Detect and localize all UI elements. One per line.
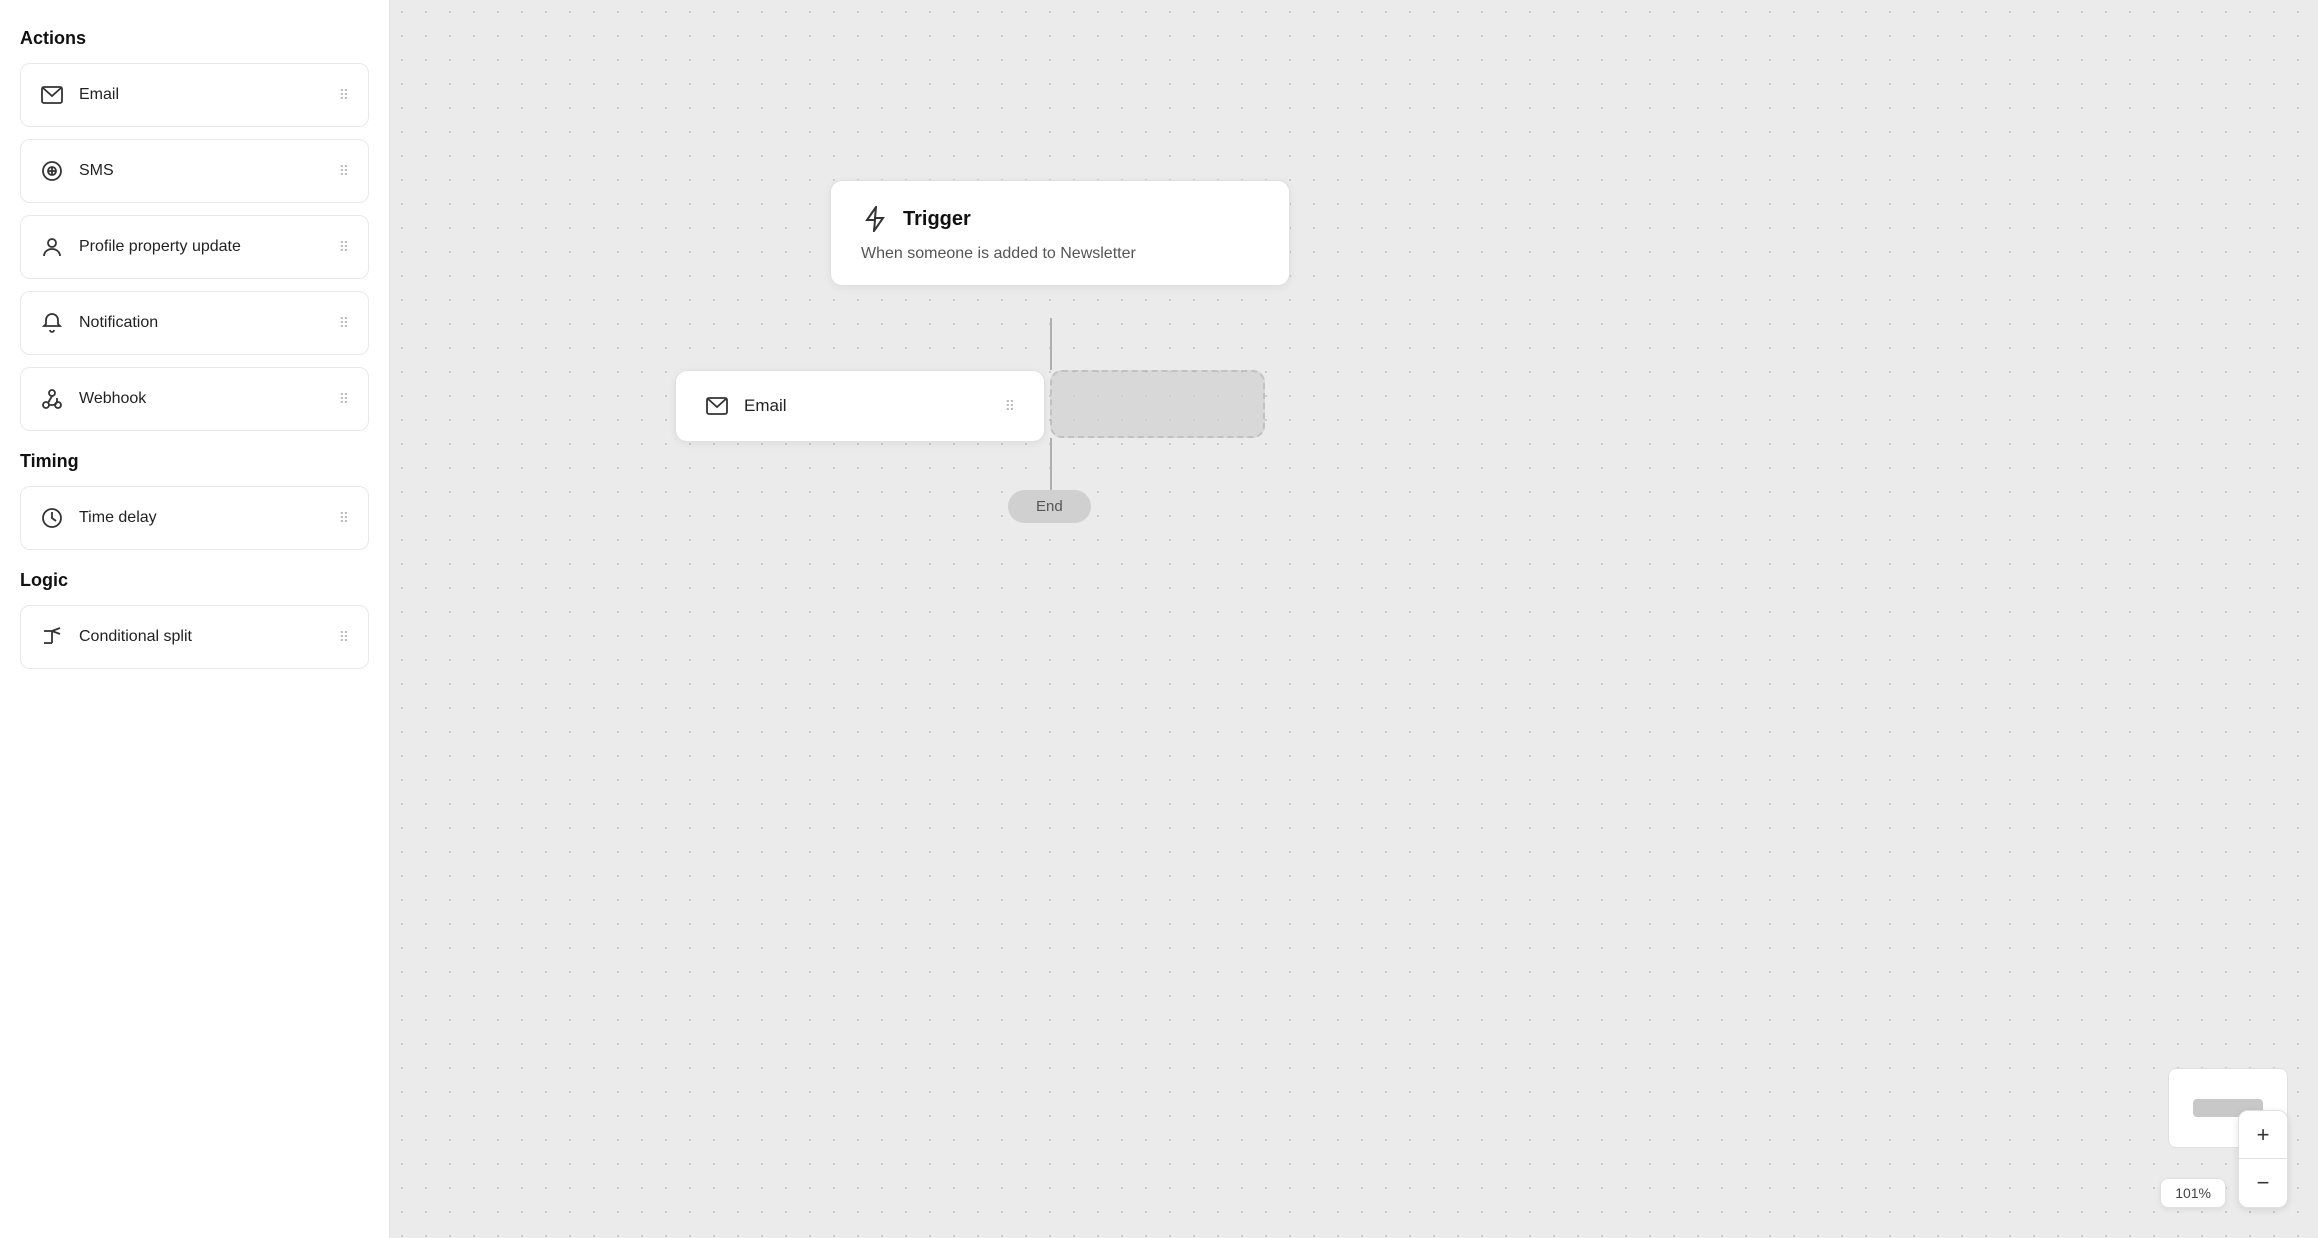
action-label-webhook: Webhook: [79, 390, 146, 408]
section-actions: Actions Email ⠿: [20, 28, 369, 431]
zoom-level-text: 101%: [2175, 1185, 2211, 1201]
drag-handle-sms[interactable]: ⠿: [339, 163, 350, 180]
zoom-controls: + −: [2238, 1110, 2288, 1208]
canvas-email-drag-handle[interactable]: ⠿: [1005, 398, 1016, 415]
drag-handle-profile-property-update[interactable]: ⠿: [339, 239, 350, 256]
connector-line-1: [1050, 318, 1052, 370]
action-label-conditional-split: Conditional split: [79, 628, 192, 646]
connector-line-2: [1050, 438, 1052, 490]
drag-handle-notification[interactable]: ⠿: [339, 315, 350, 332]
webhook-icon: [39, 386, 65, 412]
trigger-title: Trigger: [903, 208, 971, 231]
zoom-in-button[interactable]: +: [2239, 1111, 2287, 1159]
action-item-notification[interactable]: Notification ⠿: [20, 291, 369, 355]
drag-handle-time-delay[interactable]: ⠿: [339, 510, 350, 527]
ghost-node: [1050, 370, 1265, 438]
sidebar: Actions Email ⠿: [0, 0, 390, 1238]
canvas[interactable]: Trigger When someone is added to Newslet…: [390, 0, 2318, 1238]
section-title-logic: Logic: [20, 570, 369, 591]
section-logic: Logic Conditional split ⠿: [20, 570, 369, 669]
canvas-email-node[interactable]: Email ⠿: [675, 370, 1045, 442]
section-timing: Timing Time delay ⠿: [20, 451, 369, 550]
action-item-sms[interactable]: SMS ⠿: [20, 139, 369, 203]
canvas-envelope-icon: [704, 393, 730, 419]
zoom-level-display: 101%: [2160, 1178, 2226, 1208]
action-label-email: Email: [79, 86, 119, 104]
sms-icon: [39, 158, 65, 184]
action-label-profile-property-update: Profile property update: [79, 238, 241, 256]
drag-handle-email[interactable]: ⠿: [339, 87, 350, 104]
action-item-email[interactable]: Email ⠿: [20, 63, 369, 127]
drag-handle-conditional-split[interactable]: ⠿: [339, 629, 350, 646]
action-label-time-delay: Time delay: [79, 509, 157, 527]
drag-handle-webhook[interactable]: ⠿: [339, 391, 350, 408]
bell-icon: [39, 310, 65, 336]
section-title-actions: Actions: [20, 28, 369, 49]
action-item-profile-property-update[interactable]: Profile property update ⠿: [20, 215, 369, 279]
end-node: End: [1008, 490, 1091, 523]
trigger-subtitle: When someone is added to Newsletter: [861, 245, 1261, 263]
zoom-out-button[interactable]: −: [2239, 1159, 2287, 1207]
action-label-notification: Notification: [79, 314, 158, 332]
split-icon: [39, 624, 65, 650]
trigger-lightning-icon: [859, 203, 891, 235]
trigger-node[interactable]: Trigger When someone is added to Newslet…: [830, 180, 1290, 286]
action-item-webhook[interactable]: Webhook ⠿: [20, 367, 369, 431]
section-title-timing: Timing: [20, 451, 369, 472]
person-icon: [39, 234, 65, 260]
envelope-icon: [39, 82, 65, 108]
action-item-time-delay[interactable]: Time delay ⠿: [20, 486, 369, 550]
action-label-sms: SMS: [79, 162, 114, 180]
canvas-email-label: Email: [744, 396, 787, 416]
clock-icon: [39, 505, 65, 531]
action-item-conditional-split[interactable]: Conditional split ⠿: [20, 605, 369, 669]
end-label: End: [1036, 498, 1063, 515]
